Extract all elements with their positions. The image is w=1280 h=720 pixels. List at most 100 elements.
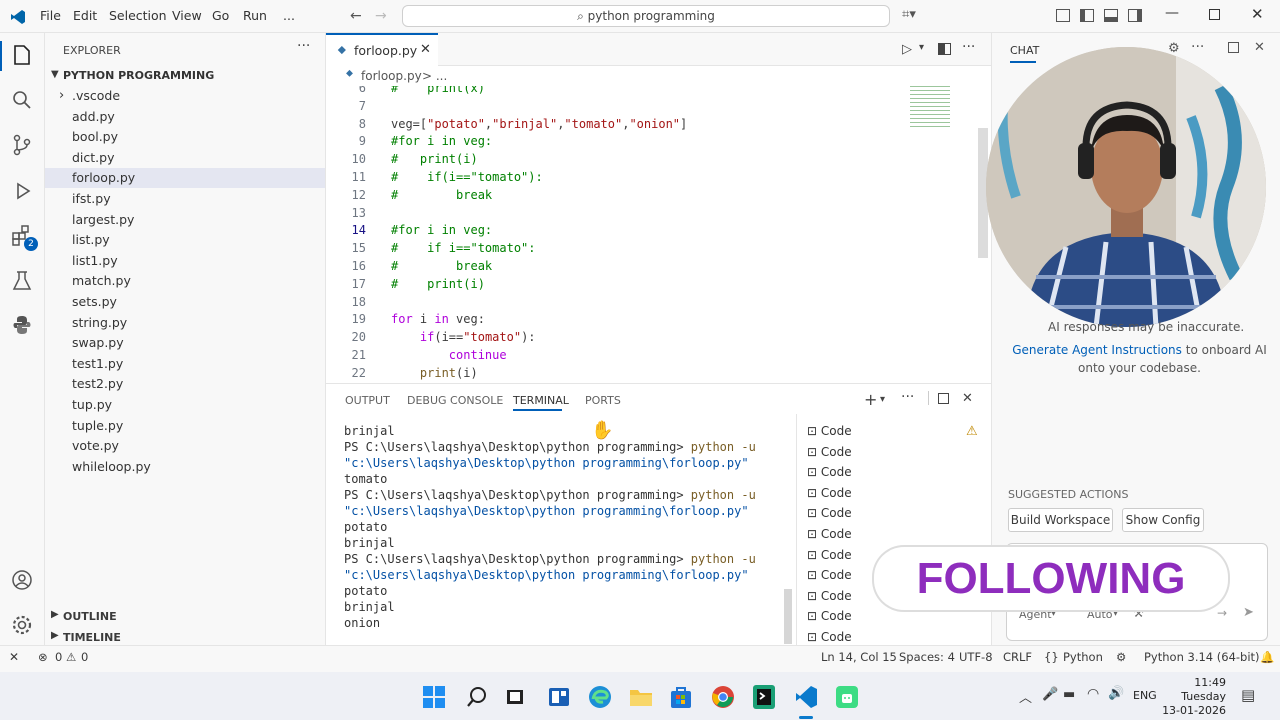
file-item[interactable]: string.py <box>45 313 325 333</box>
menu-run[interactable]: Run <box>243 8 267 23</box>
terminal-dropdown-icon[interactable]: ▾ <box>880 394 885 405</box>
explorer-more-icon[interactable]: ··· <box>297 38 310 54</box>
back-arrow-icon[interactable]: ← <box>350 8 362 24</box>
maximize-button[interactable] <box>1209 9 1220 20</box>
file-item[interactable]: test1.py <box>45 354 325 374</box>
cursor-position[interactable]: Ln 14, Col 15 <box>821 650 897 664</box>
chrome-icon[interactable] <box>711 685 735 709</box>
menu-more[interactable]: ... <box>283 8 295 23</box>
widgets-icon[interactable] <box>548 686 570 708</box>
terminal-instance[interactable]: ⊡ Code <box>807 627 852 647</box>
close-window-button[interactable]: ✕ <box>1251 5 1264 23</box>
chat-maximize-icon[interactable] <box>1228 42 1239 53</box>
toggle-secondary-sidebar-icon[interactable] <box>1128 9 1142 22</box>
task-view-icon[interactable] <box>505 687 525 707</box>
run-options-chevron-icon[interactable]: ▾ <box>919 42 924 53</box>
pycharm-icon[interactable] <box>752 684 776 710</box>
terminal-instance[interactable]: ⊡ Code <box>807 524 852 544</box>
windows-start-icon[interactable] <box>423 686 445 708</box>
error-count[interactable]: 0 <box>55 650 62 664</box>
file-item[interactable]: dict.py <box>45 148 325 168</box>
terminal-instance[interactable]: ⊡ Code <box>807 462 852 482</box>
tab-terminal[interactable]: TERMINAL <box>513 394 569 407</box>
file-item[interactable]: › .vscode <box>45 86 325 106</box>
wifi-icon[interactable]: ◠ <box>1087 686 1099 702</box>
file-item[interactable]: ifst.py <box>45 189 325 209</box>
command-center-search[interactable]: ⌕ python programming <box>402 5 890 27</box>
file-item[interactable]: list.py <box>45 230 325 250</box>
microphone-icon[interactable]: 🎤 <box>1042 687 1058 702</box>
terminal-instance[interactable]: ⊡ Code <box>807 606 852 626</box>
terminal-instance[interactable]: ⊡ Code <box>807 545 852 565</box>
terminal-instance[interactable]: ⊡ Code <box>807 565 852 585</box>
terminal-scrollbar[interactable] <box>784 589 792 644</box>
outline-section[interactable]: ▶ OUTLINE <box>45 606 325 626</box>
timeline-section[interactable]: ▶ TIMELINE <box>45 627 325 647</box>
file-item[interactable]: forloop.py <box>45 168 325 189</box>
python-interpreter[interactable]: Python 3.14 (64-bit) <box>1144 650 1260 664</box>
testing-icon[interactable] <box>10 269 34 293</box>
input-language[interactable]: ENG <box>1133 689 1157 702</box>
send-icon[interactable]: ➤ <box>1243 605 1254 620</box>
menu-edit[interactable]: Edit <box>73 8 97 23</box>
menu-go[interactable]: Go <box>212 8 229 23</box>
breadcrumb-rest[interactable]: > ... <box>422 69 447 83</box>
breadcrumb-file[interactable]: forloop.py <box>361 69 422 83</box>
search-icon[interactable] <box>10 88 34 112</box>
generate-agent-instructions-link[interactable]: Generate Agent Instructions <box>1012 343 1182 357</box>
folder-header[interactable]: ▼ PYTHON PROGRAMMING <box>45 66 325 86</box>
tab-debug-console[interactable]: DEBUG CONSOLE <box>407 394 503 407</box>
notifications-icon[interactable]: 🔔 <box>1260 650 1274 664</box>
line-ending[interactable]: CRLF <box>1003 650 1032 664</box>
clock-date[interactable]: 13-01-2026 <box>1158 704 1226 717</box>
file-item[interactable]: list1.py <box>45 251 325 271</box>
volume-icon[interactable]: 🔊 <box>1108 686 1124 701</box>
file-item[interactable]: whileloop.py <box>45 457 325 477</box>
warning-count[interactable]: 0 <box>81 650 88 664</box>
delegate-arrow-icon[interactable]: → <box>1217 606 1227 620</box>
file-item[interactable]: tup.py <box>45 395 325 415</box>
maximize-panel-icon[interactable] <box>938 393 949 404</box>
device-icon[interactable]: ▬ <box>1063 687 1075 702</box>
chat-close-icon[interactable]: ✕ <box>1254 40 1265 55</box>
account-icon[interactable] <box>10 568 34 592</box>
show-hidden-icons-chevron[interactable]: ︿ <box>1019 687 1032 706</box>
copilot-icon[interactable]: ⌗▾ <box>902 7 916 22</box>
terminal-instance[interactable]: ⊡ Code <box>807 442 852 462</box>
layout-toggle-icon[interactable] <box>1056 9 1070 22</box>
toggle-panel-icon[interactable] <box>1104 9 1118 22</box>
split-editor-icon[interactable] <box>938 43 951 55</box>
editor-more-icon[interactable]: ··· <box>962 39 975 55</box>
terminal-instance[interactable]: ⊡ Code <box>807 503 852 523</box>
source-control-icon[interactable] <box>10 133 34 157</box>
file-item[interactable]: largest.py <box>45 210 325 230</box>
notification-center-icon[interactable]: ▤ <box>1241 686 1255 704</box>
file-item[interactable]: sets.py <box>45 292 325 312</box>
show-config-button[interactable]: Show Config <box>1122 508 1204 532</box>
clock-day[interactable]: Tuesday <box>1168 690 1226 703</box>
vscode-logo-icon[interactable] <box>10 9 26 25</box>
clock-time[interactable]: 11:49 <box>1180 676 1226 689</box>
android-studio-icon[interactable] <box>835 685 859 709</box>
close-panel-icon[interactable]: ✕ <box>962 391 973 406</box>
run-file-icon[interactable]: ▷ <box>902 42 912 57</box>
taskbar-search-icon[interactable] <box>466 686 488 708</box>
file-item[interactable]: tuple.py <box>45 416 325 436</box>
error-icon[interactable]: ⊗ <box>38 650 48 664</box>
file-item[interactable]: swap.py <box>45 333 325 353</box>
file-item[interactable]: add.py <box>45 107 325 127</box>
remote-icon[interactable]: ✕ <box>9 650 19 664</box>
forward-arrow-icon[interactable]: → <box>375 8 387 24</box>
minimize-button[interactable]: — <box>1165 5 1179 21</box>
warning-icon[interactable]: ⚠ <box>66 650 76 664</box>
minimap[interactable] <box>910 86 950 128</box>
run-debug-icon[interactable] <box>10 179 34 203</box>
build-workspace-button[interactable]: Build Workspace <box>1008 508 1113 532</box>
terminal-instance[interactable]: ⊡ Code <box>807 586 852 606</box>
terminal-instance[interactable]: ⊡ Code <box>807 483 852 503</box>
menu-selection[interactable]: Selection <box>109 8 167 23</box>
language-mode[interactable]: Python <box>1063 650 1103 664</box>
terminal-instance[interactable]: ⊡ Code <box>807 421 852 441</box>
indentation[interactable]: Spaces: 4 <box>899 650 955 664</box>
tab-close-icon[interactable]: ✕ <box>420 42 431 57</box>
